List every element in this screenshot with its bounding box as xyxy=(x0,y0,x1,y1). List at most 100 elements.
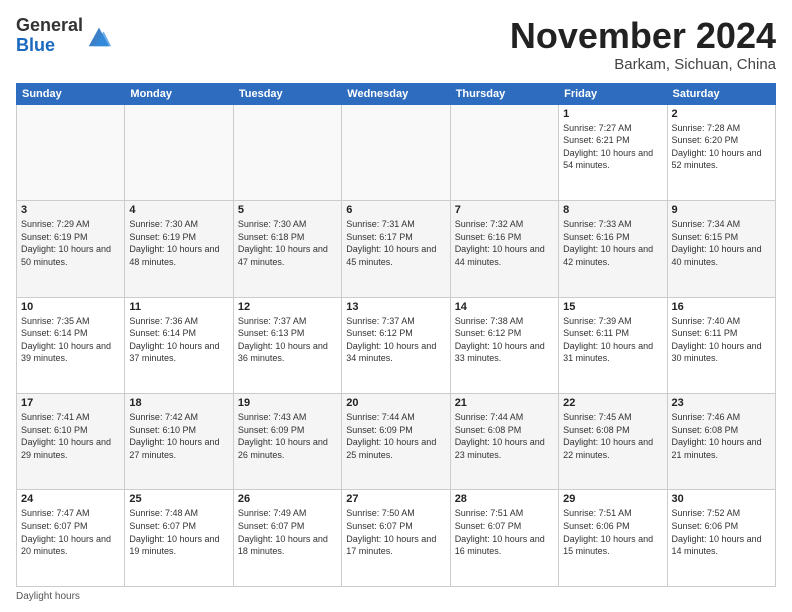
day-info: Sunrise: 7:49 AM Sunset: 6:07 PM Dayligh… xyxy=(238,507,337,557)
page: General Blue November 2024 Barkam, Sichu… xyxy=(0,0,792,612)
day-number: 9 xyxy=(672,204,771,216)
calendar-cell: 21 Sunrise: 7:44 AM Sunset: 6:08 PM Dayli… xyxy=(450,394,558,490)
day-info: Sunrise: 7:44 AM Sunset: 6:08 PM Dayligh… xyxy=(455,411,554,461)
day-number: 17 xyxy=(21,397,120,409)
title-block: November 2024 Barkam, Sichuan, China xyxy=(510,16,776,73)
day-number: 30 xyxy=(672,493,771,505)
calendar-cell: 2 Sunrise: 7:28 AM Sunset: 6:20 PM Daylig… xyxy=(667,104,775,200)
day-number: 3 xyxy=(21,204,120,216)
calendar-cell: 22 Sunrise: 7:45 AM Sunset: 6:08 PM Dayli… xyxy=(559,394,667,490)
calendar-cell: 9Sunrise: 7:34 AM Sunset: 6:15 PM Daylig… xyxy=(667,201,775,297)
day-number: 11 xyxy=(129,301,228,313)
footer-text: Daylight hours xyxy=(16,591,80,602)
calendar-cell: 12 Sunrise: 7:37 AM Sunset: 6:13 PM Dayli… xyxy=(233,297,341,393)
calendar-cell xyxy=(17,104,125,200)
calendar-cell: 11Sunrise: 7:36 AM Sunset: 6:14 PM Dayli… xyxy=(125,297,233,393)
calendar-cell: 18 Sunrise: 7:42 AM Sunset: 6:10 PM Dayli… xyxy=(125,394,233,490)
day-number: 5 xyxy=(238,204,337,216)
day-info: Sunrise: 7:51 AM Sunset: 6:07 PM Dayligh… xyxy=(455,507,554,557)
calendar-cell: 24Sunrise: 7:47 AM Sunset: 6:07 PM Dayli… xyxy=(17,490,125,587)
calendar-cell xyxy=(450,104,558,200)
calendar-cell: 10Sunrise: 7:35 AM Sunset: 6:14 PM Dayli… xyxy=(17,297,125,393)
calendar-cell: 17 Sunrise: 7:41 AM Sunset: 6:10 PM Dayli… xyxy=(17,394,125,490)
day-number: 18 xyxy=(129,397,228,409)
location: Barkam, Sichuan, China xyxy=(510,56,776,73)
footer-note: Daylight hours xyxy=(16,591,776,602)
day-info: Sunrise: 7:48 AM Sunset: 6:07 PM Dayligh… xyxy=(129,507,228,557)
day-info: Sunrise: 7:28 AM Sunset: 6:20 PM Dayligh… xyxy=(672,122,771,172)
day-number: 7 xyxy=(455,204,554,216)
day-number: 29 xyxy=(563,493,662,505)
day-info: Sunrise: 7:44 AM Sunset: 6:09 PM Dayligh… xyxy=(346,411,445,461)
day-info: Sunrise: 7:51 AM Sunset: 6:06 PM Dayligh… xyxy=(563,507,662,557)
day-number: 14 xyxy=(455,301,554,313)
calendar-week-row: 10Sunrise: 7:35 AM Sunset: 6:14 PM Dayli… xyxy=(17,297,776,393)
calendar-cell: 27Sunrise: 7:50 AM Sunset: 6:07 PM Dayli… xyxy=(342,490,450,587)
day-info: Sunrise: 7:37 AM Sunset: 6:13 PM Dayligh… xyxy=(238,315,337,365)
logo: General Blue xyxy=(16,16,113,56)
day-info: Sunrise: 7:30 AM Sunset: 6:19 PM Dayligh… xyxy=(129,218,228,268)
calendar-week-row: 1Sunrise: 7:27 AM Sunset: 6:21 PM Daylig… xyxy=(17,104,776,200)
day-number: 20 xyxy=(346,397,445,409)
day-info: Sunrise: 7:29 AM Sunset: 6:19 PM Dayligh… xyxy=(21,218,120,268)
day-number: 26 xyxy=(238,493,337,505)
calendar-day-header: Saturday xyxy=(667,83,775,104)
day-info: Sunrise: 7:45 AM Sunset: 6:08 PM Dayligh… xyxy=(563,411,662,461)
day-info: Sunrise: 7:33 AM Sunset: 6:16 PM Dayligh… xyxy=(563,218,662,268)
calendar-cell: 26 Sunrise: 7:49 AM Sunset: 6:07 PM Dayli… xyxy=(233,490,341,587)
day-number: 13 xyxy=(346,301,445,313)
calendar-header-row: SundayMondayTuesdayWednesdayThursdayFrid… xyxy=(17,83,776,104)
calendar-cell: 16 Sunrise: 7:40 AM Sunset: 6:11 PM Dayli… xyxy=(667,297,775,393)
day-number: 4 xyxy=(129,204,228,216)
calendar-cell: 28 Sunrise: 7:51 AM Sunset: 6:07 PM Dayli… xyxy=(450,490,558,587)
day-number: 21 xyxy=(455,397,554,409)
day-number: 10 xyxy=(21,301,120,313)
day-info: Sunrise: 7:46 AM Sunset: 6:08 PM Dayligh… xyxy=(672,411,771,461)
calendar-cell: 30 Sunrise: 7:52 AM Sunset: 6:06 PM Dayli… xyxy=(667,490,775,587)
day-number: 22 xyxy=(563,397,662,409)
calendar-table: SundayMondayTuesdayWednesdayThursdayFrid… xyxy=(16,83,776,587)
day-info: Sunrise: 7:27 AM Sunset: 6:21 PM Dayligh… xyxy=(563,122,662,172)
calendar-cell xyxy=(342,104,450,200)
day-info: Sunrise: 7:31 AM Sunset: 6:17 PM Dayligh… xyxy=(346,218,445,268)
day-info: Sunrise: 7:42 AM Sunset: 6:10 PM Dayligh… xyxy=(129,411,228,461)
day-info: Sunrise: 7:37 AM Sunset: 6:12 PM Dayligh… xyxy=(346,315,445,365)
calendar-cell: 25 Sunrise: 7:48 AM Sunset: 6:07 PM Dayli… xyxy=(125,490,233,587)
day-info: Sunrise: 7:39 AM Sunset: 6:11 PM Dayligh… xyxy=(563,315,662,365)
calendar-cell: 6 Sunrise: 7:31 AM Sunset: 6:17 PM Daylig… xyxy=(342,201,450,297)
calendar-cell: 13 Sunrise: 7:37 AM Sunset: 6:12 PM Dayli… xyxy=(342,297,450,393)
day-number: 12 xyxy=(238,301,337,313)
calendar-cell: 23Sunrise: 7:46 AM Sunset: 6:08 PM Dayli… xyxy=(667,394,775,490)
day-info: Sunrise: 7:40 AM Sunset: 6:11 PM Dayligh… xyxy=(672,315,771,365)
day-info: Sunrise: 7:32 AM Sunset: 6:16 PM Dayligh… xyxy=(455,218,554,268)
logo-text: General Blue xyxy=(16,16,83,56)
day-number: 8 xyxy=(563,204,662,216)
day-number: 2 xyxy=(672,108,771,120)
calendar-cell: 7 Sunrise: 7:32 AM Sunset: 6:16 PM Daylig… xyxy=(450,201,558,297)
calendar-cell: 14 Sunrise: 7:38 AM Sunset: 6:12 PM Dayli… xyxy=(450,297,558,393)
header: General Blue November 2024 Barkam, Sichu… xyxy=(16,16,776,73)
day-info: Sunrise: 7:47 AM Sunset: 6:07 PM Dayligh… xyxy=(21,507,120,557)
calendar-cell xyxy=(125,104,233,200)
day-number: 16 xyxy=(672,301,771,313)
calendar-cell xyxy=(233,104,341,200)
day-number: 6 xyxy=(346,204,445,216)
day-number: 28 xyxy=(455,493,554,505)
calendar-cell: 4 Sunrise: 7:30 AM Sunset: 6:19 PM Daylig… xyxy=(125,201,233,297)
day-number: 15 xyxy=(563,301,662,313)
day-number: 19 xyxy=(238,397,337,409)
calendar-week-row: 3 Sunrise: 7:29 AM Sunset: 6:19 PM Daylig… xyxy=(17,201,776,297)
day-info: Sunrise: 7:41 AM Sunset: 6:10 PM Dayligh… xyxy=(21,411,120,461)
calendar-day-header: Wednesday xyxy=(342,83,450,104)
calendar-body: 1Sunrise: 7:27 AM Sunset: 6:21 PM Daylig… xyxy=(17,104,776,586)
day-info: Sunrise: 7:50 AM Sunset: 6:07 PM Dayligh… xyxy=(346,507,445,557)
calendar-day-header: Tuesday xyxy=(233,83,341,104)
day-info: Sunrise: 7:43 AM Sunset: 6:09 PM Dayligh… xyxy=(238,411,337,461)
calendar-cell: 1Sunrise: 7:27 AM Sunset: 6:21 PM Daylig… xyxy=(559,104,667,200)
day-info: Sunrise: 7:52 AM Sunset: 6:06 PM Dayligh… xyxy=(672,507,771,557)
logo-icon xyxy=(85,22,113,50)
day-number: 25 xyxy=(129,493,228,505)
calendar-day-header: Friday xyxy=(559,83,667,104)
day-info: Sunrise: 7:38 AM Sunset: 6:12 PM Dayligh… xyxy=(455,315,554,365)
calendar-cell: 15 Sunrise: 7:39 AM Sunset: 6:11 PM Dayli… xyxy=(559,297,667,393)
